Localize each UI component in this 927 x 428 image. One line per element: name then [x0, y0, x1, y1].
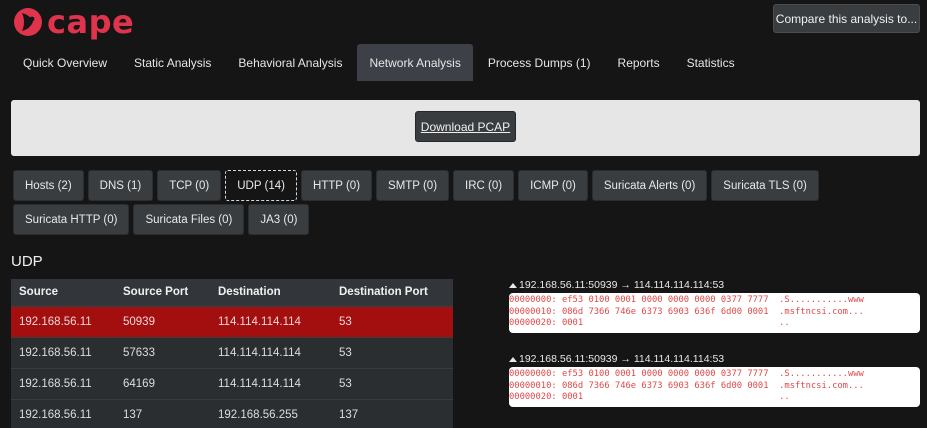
- destination-cell: 114.114.114.114: [210, 305, 331, 337]
- subtab-tcp[interactable]: TCP (0): [157, 170, 222, 201]
- source-port-cell: 50939: [115, 305, 210, 337]
- subtab-icmp[interactable]: ICMP (0): [518, 170, 588, 201]
- cape-logo-icon: [14, 8, 42, 36]
- hex-line: 00000020: 0001 ..: [509, 318, 790, 328]
- subtab-irc[interactable]: IRC (0): [453, 170, 515, 201]
- hex-dump: 00000000: ef53 0100 0001 0000 0000 0000 …: [509, 293, 920, 333]
- subtab-suricata-tls[interactable]: Suricata TLS (0): [711, 170, 819, 201]
- subtab-dns[interactable]: DNS (1): [87, 170, 154, 201]
- hex-header[interactable]: 192.168.56.11:50939 → 114.114.114.114:53: [509, 279, 920, 292]
- hex-header[interactable]: 192.168.56.11:50939 → 114.114.114.114:53: [509, 353, 920, 366]
- udp-table: Source Source Port Destination Destinati…: [11, 279, 453, 428]
- subtab-smtp[interactable]: SMTP (0): [376, 170, 450, 201]
- download-pcap-button[interactable]: Download PCAP: [415, 111, 516, 142]
- column-header[interactable]: Destination Port: [331, 279, 453, 306]
- source-port-cell: 57633: [115, 336, 210, 368]
- table-row[interactable]: 192.168.56.11 50939 114.114.114.114 53: [11, 305, 453, 337]
- destination-port-cell: 53: [331, 367, 453, 399]
- subtab-udp[interactable]: UDP (14): [225, 170, 297, 201]
- table-row[interactable]: 192.168.56.11 137 192.168.56.255 137: [11, 398, 453, 428]
- compare-analysis-button[interactable]: Compare this analysis to...: [773, 4, 920, 33]
- tab-static-analysis[interactable]: Static Analysis: [122, 44, 223, 81]
- source-port-cell: 64169: [115, 367, 210, 399]
- source-cell: 192.168.56.11: [11, 336, 115, 368]
- subtab-ja3[interactable]: JA3 (0): [248, 204, 310, 235]
- flow-label: 192.168.56.11:50939 → 114.114.114.114:53: [519, 279, 725, 291]
- destination-port-cell: 137: [331, 398, 453, 428]
- tab-process-dumps[interactable]: Process Dumps (1): [476, 44, 603, 81]
- tab-behavioral-analysis[interactable]: Behavioral Analysis: [226, 44, 354, 81]
- source-port-cell: 137: [115, 398, 210, 428]
- header: cape Compare this analysis to...: [0, 0, 927, 48]
- hex-line: 00000000: ef53 0100 0001 0000 0000 0000 …: [509, 369, 864, 379]
- chevron-up-icon[interactable]: [509, 283, 517, 288]
- subtab-suricata-files[interactable]: Suricata Files (0): [133, 204, 245, 235]
- destination-port-cell: 53: [331, 305, 453, 337]
- section-title: UDP: [11, 253, 43, 270]
- column-header[interactable]: Source Port: [115, 279, 210, 306]
- hex-dump: 00000000: ef53 0100 0001 0000 0000 0000 …: [509, 367, 920, 407]
- column-header[interactable]: Destination: [210, 279, 331, 306]
- hex-block: 192.168.56.11:50939 → 114.114.114.114:53…: [509, 279, 920, 333]
- column-header[interactable]: Source: [11, 279, 115, 306]
- subtab-suricata-http[interactable]: Suricata HTTP (0): [13, 204, 130, 235]
- subtab-http[interactable]: HTTP (0): [300, 170, 373, 201]
- hex-line: 00000000: ef53 0100 0001 0000 0000 0000 …: [509, 295, 864, 305]
- destination-cell: 114.114.114.114: [210, 367, 331, 399]
- download-panel: Download PCAP: [11, 100, 920, 156]
- tab-statistics[interactable]: Statistics: [675, 44, 747, 81]
- table-row[interactable]: 192.168.56.11 64169 114.114.114.114 53: [11, 367, 453, 399]
- hex-line: 00000010: 086d 7366 746e 6373 6903 636f …: [509, 306, 864, 317]
- source-cell: 192.168.56.11: [11, 398, 115, 428]
- chevron-up-icon[interactable]: [509, 357, 517, 362]
- network-sub-tabs: Hosts (2) DNS (1) TCP (0) UDP (14) HTTP …: [13, 170, 913, 238]
- flow-label: 192.168.56.11:50939 → 114.114.114.114:53: [519, 353, 725, 365]
- tab-network-analysis[interactable]: Network Analysis: [357, 44, 473, 81]
- source-cell: 192.168.56.11: [11, 367, 115, 399]
- main-tabs: Quick Overview Static Analysis Behaviora…: [11, 44, 750, 81]
- table-header-row: Source Source Port Destination Destinati…: [11, 279, 453, 306]
- hex-line: 00000010: 086d 7366 746e 6373 6903 636f …: [509, 380, 864, 391]
- table-row[interactable]: 192.168.56.11 57633 114.114.114.114 53: [11, 336, 453, 368]
- destination-port-cell: 53: [331, 336, 453, 368]
- destination-cell: 192.168.56.255: [210, 398, 331, 428]
- tab-quick-overview[interactable]: Quick Overview: [11, 44, 119, 81]
- subtab-suricata-alerts[interactable]: Suricata Alerts (0): [591, 170, 708, 201]
- tab-reports[interactable]: Reports: [606, 44, 672, 81]
- subtab-hosts[interactable]: Hosts (2): [13, 170, 84, 201]
- page: cape Compare this analysis to... Quick O…: [0, 0, 927, 428]
- destination-cell: 114.114.114.114: [210, 336, 331, 368]
- hex-block: 192.168.56.11:50939 → 114.114.114.114:53…: [509, 353, 920, 407]
- cape-logo[interactable]: cape: [13, 3, 135, 41]
- logo-text: cape: [47, 3, 135, 41]
- hex-line: 00000020: 0001 ..: [509, 392, 790, 402]
- source-cell: 192.168.56.11: [11, 305, 115, 337]
